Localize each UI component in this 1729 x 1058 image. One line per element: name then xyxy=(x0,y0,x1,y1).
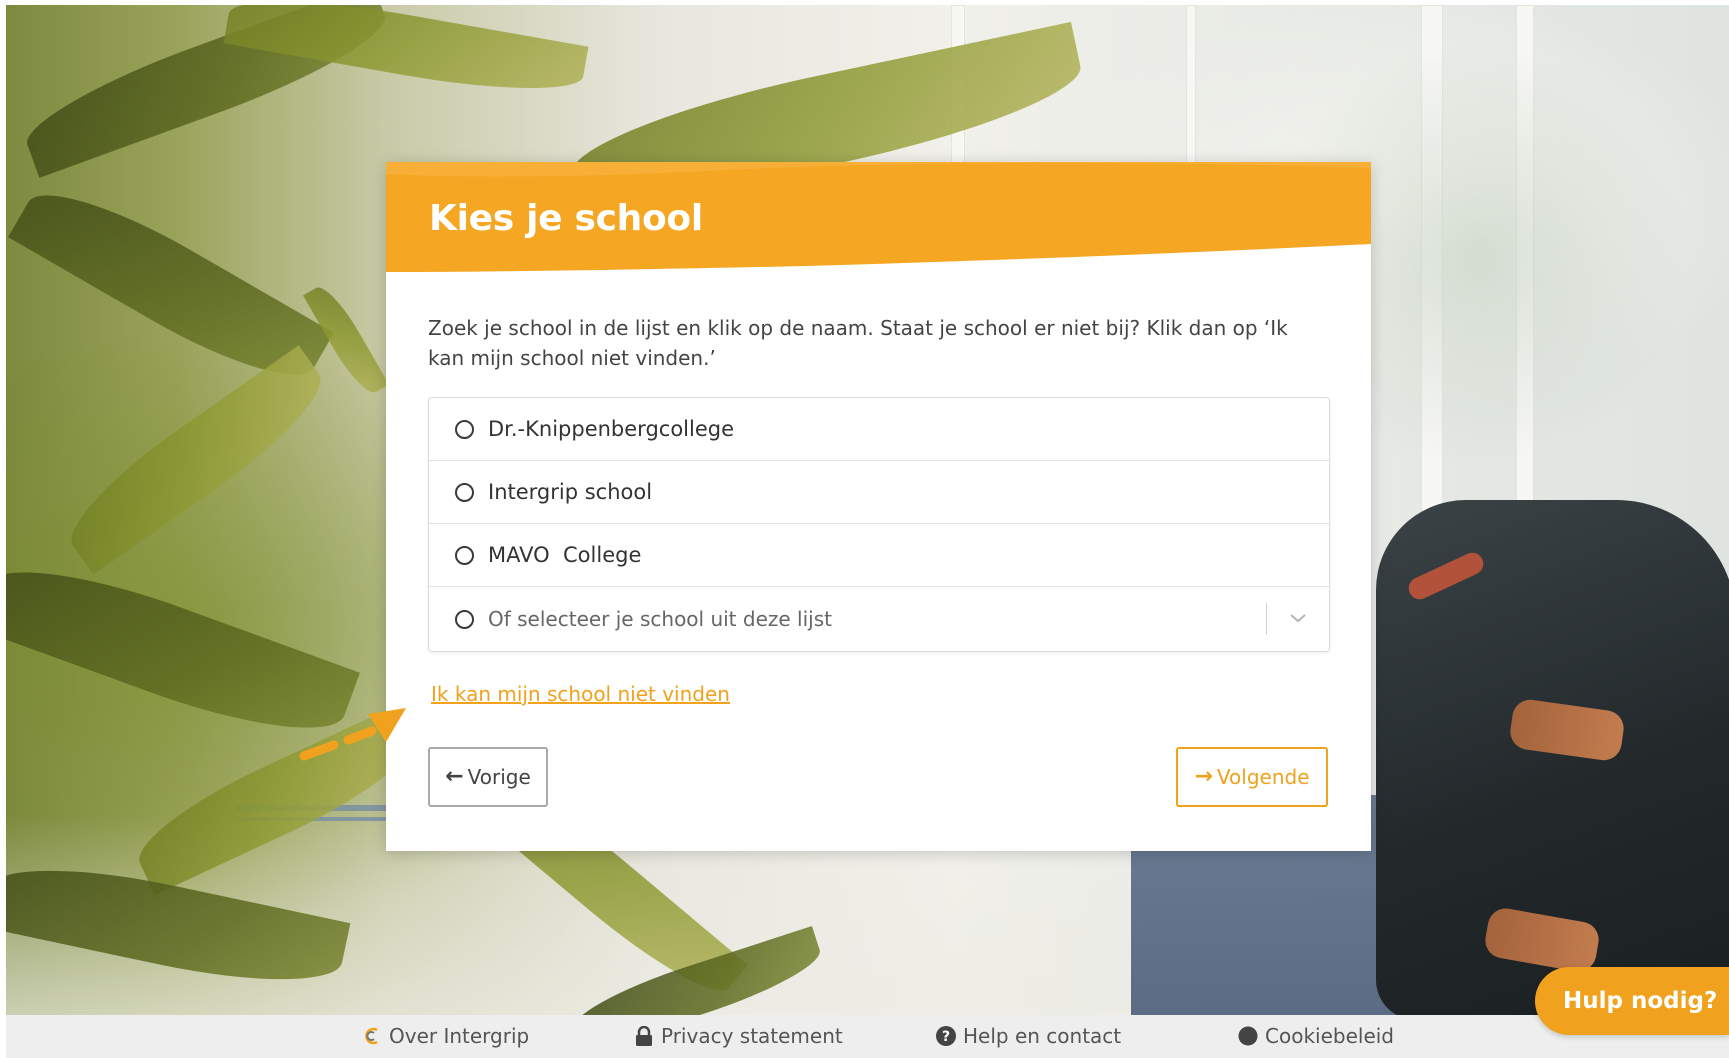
svg-text:?: ? xyxy=(942,1029,950,1045)
school-option-label: MAVO College xyxy=(488,543,642,567)
lock-icon xyxy=(634,1026,654,1046)
circle-icon xyxy=(1238,1026,1258,1046)
radio-button[interactable] xyxy=(455,609,474,629)
dialog-intro-text: Zoek je school in de lijst en klik op de… xyxy=(428,316,1288,370)
footer-link-help-en-contact[interactable]: ? Help en contact xyxy=(936,1024,1121,1048)
school-option-knippenbergcollege[interactable]: Dr.-Knippenbergcollege xyxy=(429,398,1329,461)
next-button[interactable]: → Volgende xyxy=(1176,747,1328,807)
previous-button[interactable]: ← Vorige xyxy=(428,747,548,807)
footer-link-label: Privacy statement xyxy=(661,1024,843,1048)
school-option-intergrip-school[interactable]: Intergrip school xyxy=(429,461,1329,524)
arrow-left-icon: ← xyxy=(445,764,464,789)
next-button-label: Volgende xyxy=(1216,765,1310,789)
footer-link-label: Help en contact xyxy=(963,1024,1122,1048)
question-circle-icon: ? xyxy=(936,1026,956,1046)
select-placeholder: Of selecteer je school uit deze lijst xyxy=(488,607,832,631)
radio-button[interactable] xyxy=(455,419,474,439)
footer-link-label: Over Intergrip xyxy=(389,1024,530,1048)
select-divider xyxy=(1266,603,1267,635)
previous-button-label: Vorige xyxy=(467,765,531,789)
help-needed-label: Hulp nodig? xyxy=(1563,988,1718,1014)
cant-find-school-link[interactable]: Ik kan mijn school niet vinden xyxy=(431,682,730,706)
footer-link-cookiebeleid[interactable]: Cookiebeleid xyxy=(1238,1024,1394,1048)
chevron-down-icon[interactable] xyxy=(1289,611,1307,625)
dialog-header: Kies je school xyxy=(386,162,1371,274)
school-radio-list: Dr.-Knippenbergcollege Intergrip school … xyxy=(428,397,1330,652)
school-option-label: Dr.-Knippenbergcollege xyxy=(488,417,735,441)
footer: Over Intergrip Privacy statement ? Help … xyxy=(6,1015,1729,1058)
radio-button[interactable] xyxy=(455,482,474,502)
footer-link-label: Cookiebeleid xyxy=(1265,1024,1394,1048)
school-option-mavo-college[interactable]: MAVO College xyxy=(429,524,1329,587)
footer-link-privacy-statement[interactable]: Privacy statement xyxy=(634,1024,843,1048)
help-needed-button[interactable]: Hulp nodig? xyxy=(1535,967,1729,1035)
footer-link-over-intergrip[interactable]: Over Intergrip xyxy=(362,1024,529,1048)
radio-button[interactable] xyxy=(455,545,474,565)
intergrip-logo-icon xyxy=(362,1026,382,1046)
school-option-label: Intergrip school xyxy=(488,480,653,504)
choose-school-dialog: Kies je school Zoek je school in de lijs… xyxy=(386,162,1371,851)
school-select-dropdown[interactable]: Of selecteer je school uit deze lijst xyxy=(429,587,1329,651)
pointer-arrow-icon xyxy=(299,708,406,761)
arrow-right-icon: → xyxy=(1194,764,1213,789)
dialog-title: Kies je school xyxy=(429,198,703,239)
